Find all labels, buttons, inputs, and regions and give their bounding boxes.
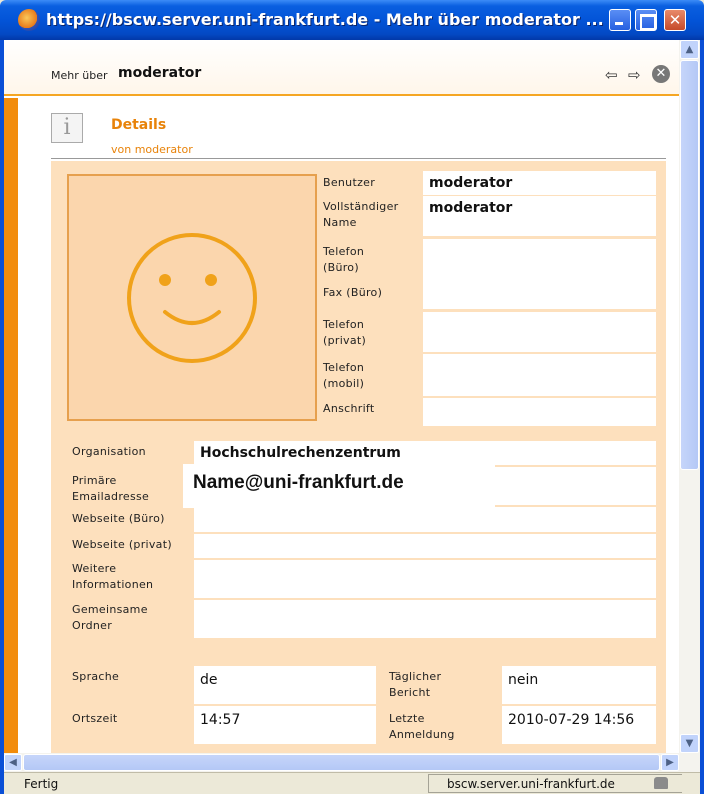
label-weitere-informationen: Weitere Informationen xyxy=(72,562,154,591)
minimize-button[interactable] xyxy=(609,9,631,31)
lock-icon[interactable] xyxy=(654,777,668,789)
window-title: https://bscw.server.uni-frankfurt.de - M… xyxy=(46,10,604,29)
label-gemeinsame-ordner: Gemeinsame Ordner xyxy=(72,603,148,632)
value-webseite-privat xyxy=(194,534,656,558)
details-title: Details xyxy=(111,117,167,133)
close-window-button[interactable]: ✕ xyxy=(664,9,686,31)
window-title-bar[interactable]: https://bscw.server.uni-frankfurt.de - M… xyxy=(0,0,704,40)
value-weitere-informationen xyxy=(194,560,656,598)
email-value-overlay: Name@uni-frankfurt.de xyxy=(183,464,495,508)
label-webseite-privat: Webseite (privat) xyxy=(72,538,172,551)
label-taeglicher-bericht: Täglicher Bericht xyxy=(389,670,442,699)
label-primaere-emailadresse: Primäre Emailadresse xyxy=(72,474,150,503)
scroll-up-button[interactable]: ▲ xyxy=(680,40,699,59)
status-host: bscw.server.uni-frankfurt.de xyxy=(447,777,615,791)
horizontal-scrollbar[interactable]: ◀ ▶ xyxy=(4,753,700,772)
value-webseite-buero xyxy=(194,507,656,532)
label-telefon-mobil: Telefon (mobil) xyxy=(323,361,365,390)
firefox-icon xyxy=(18,9,40,31)
info-icon: i xyxy=(51,113,83,143)
value-sprache: de xyxy=(194,666,376,704)
label-benutzer: Benutzer xyxy=(323,176,376,189)
label-ortszeit: Ortszeit xyxy=(72,712,118,725)
value-anschrift xyxy=(423,398,656,426)
smiley-icon xyxy=(127,233,257,363)
maximize-icon xyxy=(636,10,656,30)
maximize-button[interactable] xyxy=(635,9,657,31)
label-telefon-buero: Telefon (Büro) xyxy=(323,245,365,274)
scroll-right-button[interactable]: ▶ xyxy=(661,754,679,771)
value-letzte-anmeldung: 2010-07-29 14:56 xyxy=(502,706,656,744)
accent-strip xyxy=(4,98,18,753)
minimize-icon xyxy=(610,10,630,30)
back-arrow-icon[interactable]: ⇦ xyxy=(605,66,618,84)
label-letzte-anmeldung: Letzte Anmeldung xyxy=(389,712,455,741)
content-viewport: Mehr über moderator ⇦ ⇨ ✕ i Details von … xyxy=(4,40,679,753)
divider xyxy=(51,158,666,159)
header-prefix: Mehr über xyxy=(51,69,108,82)
horizontal-scroll-thumb[interactable] xyxy=(23,754,660,771)
details-subtitle: von moderator xyxy=(111,143,193,156)
forward-arrow-icon[interactable]: ⇨ xyxy=(628,66,641,84)
label-sprache: Sprache xyxy=(72,670,120,683)
vertical-scroll-thumb[interactable] xyxy=(680,60,699,470)
value-telefon-mobil xyxy=(423,354,656,396)
status-bar: Fertig bscw.server.uni-frankfurt.de xyxy=(4,772,700,794)
value-gemeinsame-ordner xyxy=(194,600,656,638)
value-fax-buero xyxy=(423,283,656,309)
vertical-scrollbar[interactable]: ▲ ▼ xyxy=(679,40,700,753)
label-vollstaendiger-name: Vollständiger Name xyxy=(323,200,399,229)
page-header: Mehr über moderator ⇦ ⇨ ✕ xyxy=(4,40,679,96)
avatar xyxy=(67,174,317,421)
close-circle-icon[interactable]: ✕ xyxy=(652,65,670,83)
close-icon: ✕ xyxy=(668,11,682,29)
value-ortszeit: 14:57 xyxy=(194,706,376,744)
window-frame-right xyxy=(700,40,704,794)
label-organisation: Organisation xyxy=(72,445,146,458)
value-telefon-privat xyxy=(423,312,656,352)
label-anschrift: Anschrift xyxy=(323,402,375,415)
scroll-left-button[interactable]: ◀ xyxy=(4,754,22,771)
value-telefon-buero xyxy=(423,239,656,283)
value-vollstaendiger-name: moderator xyxy=(423,196,656,236)
details-panel: Benutzer moderator Vollständiger Name mo… xyxy=(51,161,666,753)
scroll-down-button[interactable]: ▼ xyxy=(680,734,699,753)
label-telefon-privat: Telefon (privat) xyxy=(323,318,367,347)
value-organisation: Hochschulrechenzentrum xyxy=(194,441,656,465)
label-fax-buero: Fax (Büro) xyxy=(323,286,383,299)
value-taeglicher-bericht: nein xyxy=(502,666,656,704)
header-username: moderator xyxy=(118,65,202,81)
status-text: Fertig xyxy=(24,777,59,791)
label-webseite-buero: Webseite (Büro) xyxy=(72,512,165,525)
value-benutzer: moderator xyxy=(423,171,656,195)
